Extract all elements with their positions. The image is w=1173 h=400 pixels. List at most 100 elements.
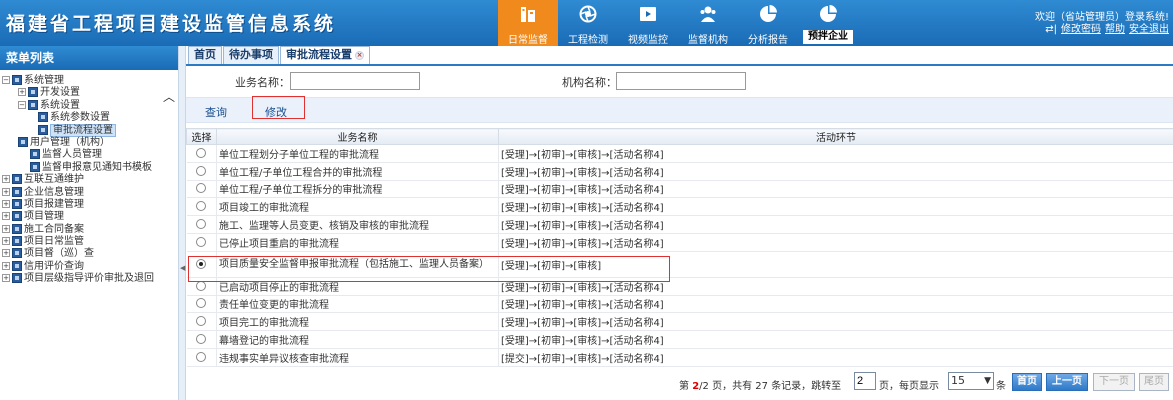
tab-home[interactable]: 首页	[188, 46, 222, 64]
module-icon	[12, 248, 22, 259]
last-page-button[interactable]: 尾页	[1139, 373, 1169, 391]
table-row[interactable]: 违规事实单异议核查审批流程 [提交]→[初审]→[审核]→[活动名称4]	[186, 348, 1173, 367]
row-radio[interactable]	[196, 280, 207, 291]
row-radio[interactable]	[196, 236, 207, 247]
tab-todo[interactable]: 待办事项	[223, 46, 279, 64]
aperture-icon	[579, 5, 597, 23]
nav-supervision-agency[interactable]: 监督机构	[678, 0, 738, 46]
expand-icon[interactable]: +	[18, 88, 26, 97]
nav-video-monitoring[interactable]: 视频监控	[618, 0, 678, 46]
expand-icon[interactable]: +	[2, 261, 10, 270]
tab-label: 审批流程设置	[286, 48, 352, 61]
welcome-text: 欢迎（省站管理员）登录系统!	[1034, 12, 1169, 23]
nav-label: 视频监控	[628, 35, 668, 46]
sidebar-item-notice-template[interactable]: 监督申报意见通知书模板	[0, 161, 178, 174]
expand-icon[interactable]: +	[2, 187, 10, 196]
row-radio[interactable]	[196, 298, 207, 309]
expand-icon[interactable]: +	[2, 237, 10, 246]
main-panel: 首页 待办事项 审批流程设置 × 业务名称： 机构名称： 查询 修改 选择 业务名…	[186, 46, 1173, 400]
table-row[interactable]: 责任单位变更的审批流程 [受理]→[初审]→[审核]→[活动名称4]	[186, 295, 1173, 314]
sidebar-item-level-guidance[interactable]: + 项目层级指导评价审批及退回	[0, 273, 178, 285]
table-row[interactable]: 已停止项目重启的审批流程 [受理]→[初审]→[审核]→[活动名称4]	[186, 233, 1173, 252]
action-bar: 查询 修改	[186, 97, 1173, 123]
app-header: 福建省工程项目建设监管信息系统 日常监督 工程检测 视频监控 监督机构 分析报告…	[0, 0, 1173, 46]
sidebar-item-approval-flow[interactable]: 审批流程设置	[0, 123, 178, 137]
sidebar-item-user-management[interactable]: 用户管理（机构）	[0, 136, 178, 149]
sidebar-item-project-filing[interactable]: + 项目报建管理	[0, 198, 178, 211]
nav-analysis-report[interactable]: 分析报告	[738, 0, 798, 46]
table-row[interactable]: 项目竣工的审批流程 [受理]→[初审]→[审核]→[活动名称4]	[186, 197, 1173, 217]
row-radio[interactable]	[196, 316, 207, 327]
expand-icon[interactable]: +	[2, 175, 10, 184]
expand-icon[interactable]: +	[2, 274, 10, 283]
collapse-icon[interactable]: −	[18, 100, 26, 109]
table-row[interactable]: 单位工程/子单位工程合并的审批流程 [受理]→[初审]→[审核]→[活动名称4]	[186, 162, 1173, 181]
row-radio[interactable]	[196, 165, 207, 176]
nav-engineering-testing[interactable]: 工程检测	[558, 0, 618, 46]
row-radio[interactable]	[196, 351, 207, 362]
row-radio[interactable]	[196, 219, 207, 230]
row-radio[interactable]	[196, 183, 207, 194]
change-password-link[interactable]: 修改密码	[1061, 24, 1101, 35]
expand-icon[interactable]: +	[2, 199, 10, 208]
sidebar-item-dev-settings[interactable]: + 开发设置	[0, 87, 178, 99]
collapse-icon[interactable]: −	[2, 76, 10, 84]
table-row[interactable]: 单位工程/子单位工程拆分的审批流程 [受理]→[初审]→[审核]→[活动名称4]	[186, 180, 1173, 199]
first-page-button[interactable]: 首页	[1012, 373, 1042, 391]
sidebar-item-daily-supervision[interactable]: + 项目日常监管	[0, 236, 178, 248]
sidebar-splitter[interactable]: ◀	[178, 46, 186, 400]
prev-page-button[interactable]: 上一页	[1046, 373, 1088, 391]
table-row[interactable]: 项目完工的审批流程 [受理]→[初审]→[审核]→[活动名称4]	[186, 312, 1173, 332]
sidebar-item-system-management[interactable]: − 系统管理	[0, 75, 178, 87]
next-page-button[interactable]: 下一页	[1093, 373, 1135, 391]
module-icon	[12, 236, 22, 247]
close-icon[interactable]: ×	[355, 50, 364, 60]
module-icon	[38, 124, 48, 135]
table-header: 选择 业务名称 活动环节	[186, 128, 1173, 145]
tab-approval-flow[interactable]: 审批流程设置 ×	[280, 46, 370, 64]
table-row-selected[interactable]: 项目质量安全监督申报审批流程（包括施工、监理人员备案） [受理]→[初审]→[审核…	[186, 251, 1173, 278]
table-row[interactable]: 施工、监理等人员变更、核销及审核的审批流程 [受理]→[初审]→[审核]→[活动名…	[186, 215, 1173, 234]
row-radio-checked[interactable]	[196, 258, 207, 269]
page-size-label: 页，每页显示	[879, 381, 939, 392]
org-name-input[interactable]	[616, 72, 746, 90]
row-radio[interactable]	[196, 201, 207, 212]
user-info: 欢迎（省站管理员）登录系统! ⇄| 修改密码 帮助 安全退出	[1035, 12, 1169, 36]
sidebar-item-system-settings[interactable]: − 系统设置	[0, 99, 178, 112]
help-link[interactable]: 帮助	[1105, 24, 1125, 35]
page-size-select[interactable]: 15 ▼	[948, 372, 994, 390]
sidebar-item-inspection[interactable]: + 项目督（巡）查	[0, 248, 178, 260]
row-radio[interactable]	[196, 147, 207, 158]
jump-page-input[interactable]	[854, 372, 876, 390]
logout-link[interactable]: 安全退出	[1129, 24, 1169, 35]
table-row[interactable]: 幕墙登记的审批流程 [受理]→[初审]→[审核]→[活动名称4]	[186, 330, 1173, 349]
nav-daily-supervision[interactable]: 日常监督	[498, 0, 558, 46]
sidebar-item-credit-query[interactable]: + 信用评价查询	[0, 260, 178, 273]
query-button[interactable]: 查询	[205, 104, 227, 120]
table-row[interactable]: 单位工程划分子单位工程的审批流程 [受理]→[初审]→[审核]→[活动名称4]	[186, 144, 1173, 163]
building-icon	[521, 7, 535, 22]
module-icon	[28, 99, 38, 110]
search-form: 业务名称： 机构名称：	[186, 71, 1173, 91]
expand-icon[interactable]: +	[2, 249, 10, 258]
nav-premix-enterprise[interactable]: 预拌企业	[798, 0, 858, 46]
sidebar-item-enterprise-info[interactable]: + 企业信息管理	[0, 186, 178, 199]
business-name-input[interactable]	[290, 72, 420, 90]
table-row[interactable]: 已启动项目停止的审批流程 [受理]→[初审]→[审核]→[活动名称4]	[186, 277, 1173, 296]
pagination: 第 2/2 页，共有 27 条记录，跳转至 页，每页显示 15▼ 条 首页 上一…	[186, 372, 1173, 394]
sidebar-item-supervisor-management[interactable]: 监督人员管理	[0, 149, 178, 161]
module-icon	[30, 161, 40, 172]
row-radio[interactable]	[196, 334, 207, 345]
sidebar-item-contract-filing[interactable]: + 施工合同备案	[0, 223, 178, 236]
expand-icon[interactable]: +	[2, 212, 10, 221]
module-icon	[12, 273, 22, 284]
business-name-label: 业务名称：	[235, 76, 290, 89]
module-icon	[12, 211, 22, 222]
sidebar: 菜单列表 ︿ − 系统管理 + 开发设置 − 系统设置 系统参数设置 审批流程设置 用…	[0, 46, 178, 400]
sidebar-item-system-params[interactable]: 系统参数设置	[0, 112, 178, 124]
sidebar-item-project-management[interactable]: + 项目管理	[0, 211, 178, 223]
expand-icon[interactable]: +	[2, 224, 10, 233]
collapse-left-icon[interactable]: ◀	[180, 264, 185, 272]
top-nav: 日常监督 工程检测 视频监控 监督机构 分析报告 预拌企业	[498, 0, 858, 46]
sidebar-item-interconnect[interactable]: + 互联互通维护	[0, 174, 178, 186]
